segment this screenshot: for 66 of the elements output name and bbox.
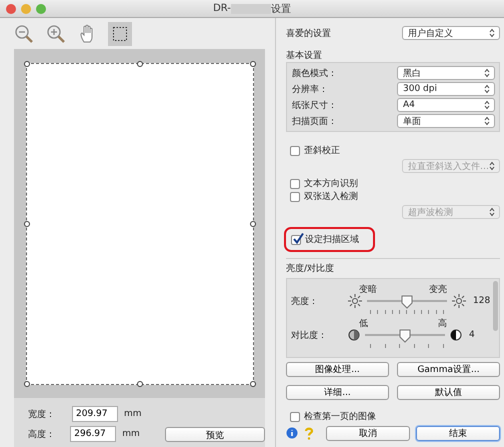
checkbox[interactable] (290, 146, 300, 156)
dropdown[interactable]: 300 dpi (397, 82, 495, 96)
info-icon[interactable] (286, 427, 298, 439)
dim-sun-icon (348, 294, 362, 308)
button[interactable]: 取消 (326, 426, 410, 440)
stepper-icon (484, 84, 490, 94)
section-title: 基本设置 (286, 50, 322, 62)
button[interactable]: 详细... (286, 385, 389, 400)
width-field[interactable]: 209.97 (72, 406, 118, 422)
dropdown[interactable]: 单面 (397, 114, 495, 128)
checkbox[interactable] (290, 192, 300, 202)
dropdown[interactable]: 黑白 (397, 66, 495, 80)
bright-sun-icon (452, 294, 466, 308)
stepper-icon (489, 207, 495, 217)
section-title: 亮度/对比度 (286, 264, 334, 274)
setting-label: 扫描页面： (292, 116, 337, 128)
stepper-icon (489, 28, 495, 38)
close-button[interactable] (6, 4, 16, 14)
checkbox-label: 文本方向识别 (304, 178, 358, 190)
preview-button[interactable]: 预览 (164, 426, 265, 442)
slider-label: 亮度： (291, 296, 319, 308)
setting-label: 颜色模式： (292, 68, 337, 80)
slider-thumb[interactable] (399, 329, 411, 343)
unit-label: mm (122, 429, 141, 439)
checkbox[interactable] (290, 178, 300, 188)
slider-value: 128 (472, 296, 492, 306)
slider-min-label: 低 (359, 318, 368, 328)
setting-label: 分辨率： (292, 84, 328, 96)
stepper-icon (484, 116, 490, 126)
stepper-icon (489, 161, 495, 171)
selection-icon[interactable] (112, 26, 128, 42)
dropdown[interactable]: 用户自定义 (402, 26, 500, 40)
dropdown[interactable]: A4 (397, 98, 495, 112)
redacted-block (230, 4, 271, 14)
field-label: 宽度： (28, 408, 56, 420)
slider-max-label: 高 (438, 318, 447, 328)
button[interactable]: 结束 (416, 426, 500, 440)
button[interactable]: 默认值 (397, 385, 500, 400)
high-contrast-icon (450, 329, 462, 341)
unit-label: mm (124, 409, 143, 419)
checkbox-label: 设定扫描区域 (305, 234, 359, 246)
setting-label: 纸张尺寸： (292, 100, 337, 112)
slider-max-label: 变亮 (429, 284, 447, 294)
scrollbar[interactable] (493, 281, 498, 331)
favorites-label: 喜爱的设置 (286, 28, 331, 40)
zoom-out-icon[interactable] (14, 24, 34, 44)
slider-label: 对比度： (291, 330, 328, 342)
checkbox-label: 双张送入检测 (304, 190, 358, 203)
checkbox-label: 检查第一页的图像 (304, 410, 376, 423)
stepper-icon (484, 100, 490, 110)
zoom-in-icon[interactable] (46, 24, 66, 44)
window-title: 设置 (270, 2, 291, 16)
zoom-button[interactable] (36, 4, 46, 14)
checkbox[interactable] (290, 412, 300, 422)
checkbox[interactable] (291, 234, 301, 244)
button[interactable]: 图像处理... (286, 362, 389, 377)
height-field[interactable]: 296.97 (70, 426, 116, 442)
slider-min-label: 变暗 (359, 284, 377, 294)
stepper-icon (484, 68, 490, 78)
slider-value: 4 (468, 330, 476, 340)
window-title: DR- (213, 3, 231, 14)
button[interactable]: Gamma设置... (397, 362, 500, 377)
checkbox-label: 歪斜校正 (304, 144, 340, 157)
low-contrast-icon (348, 329, 360, 341)
field-label: 高度： (28, 428, 56, 440)
slider-thumb[interactable] (401, 295, 413, 309)
